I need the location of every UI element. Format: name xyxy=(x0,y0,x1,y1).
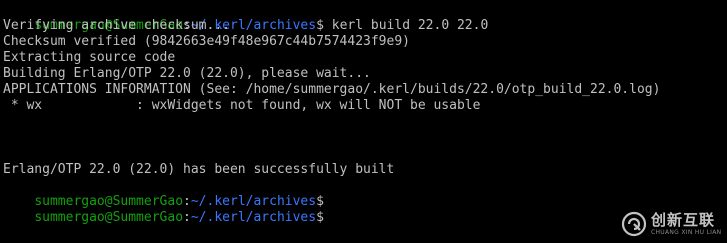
prompt-line-2: summergao@SummerGao:~/.kerl/archives$ xyxy=(3,178,324,209)
chuangxin-logo-icon xyxy=(621,211,647,237)
prompt-symbol: $ xyxy=(316,18,324,33)
command-text: kerl build 22.0 22.0 xyxy=(323,18,489,33)
prompt-path: ~/.kerl/archives xyxy=(190,210,317,225)
watermark-text: 创新互联 CHUANG XIN HU LIAN xyxy=(651,210,722,236)
output-line: Building Erlang/OTP 22.0 (22.0), please … xyxy=(3,66,371,81)
output-line: APPLICATIONS INFORMATION (See: /home/sum… xyxy=(3,82,661,97)
output-line: Extracting source code xyxy=(3,50,176,65)
output-line: * wx : wxWidgets not found, wx will NOT … xyxy=(3,98,481,113)
prompt-user: summergao@SummerGao xyxy=(34,210,184,225)
success-message: Erlang/OTP 22.0 (22.0) has been successf… xyxy=(3,162,395,177)
prompt-symbol: $ xyxy=(316,210,324,225)
terminal-window[interactable]: summergao@SummerGao:~/.kerl/archives$ ke… xyxy=(0,0,727,243)
prompt-separator: : xyxy=(183,210,191,225)
output-line: Checksum verified (9842663e49f48e967c44b… xyxy=(3,34,410,49)
watermark-text-cn: 创新互联 xyxy=(651,210,716,229)
prompt-line-3: summergao@SummerGao:~/.kerl/archives$ xyxy=(3,194,324,225)
watermark-text-en: CHUANG XIN HU LIAN xyxy=(651,228,722,236)
output-line: Verifying archive checksum... xyxy=(3,18,230,33)
watermark: 创新互联 CHUANG XIN HU LIAN xyxy=(621,209,725,239)
prompt-line-1: summergao@SummerGao:~/.kerl/archives$ ke… xyxy=(3,2,488,33)
